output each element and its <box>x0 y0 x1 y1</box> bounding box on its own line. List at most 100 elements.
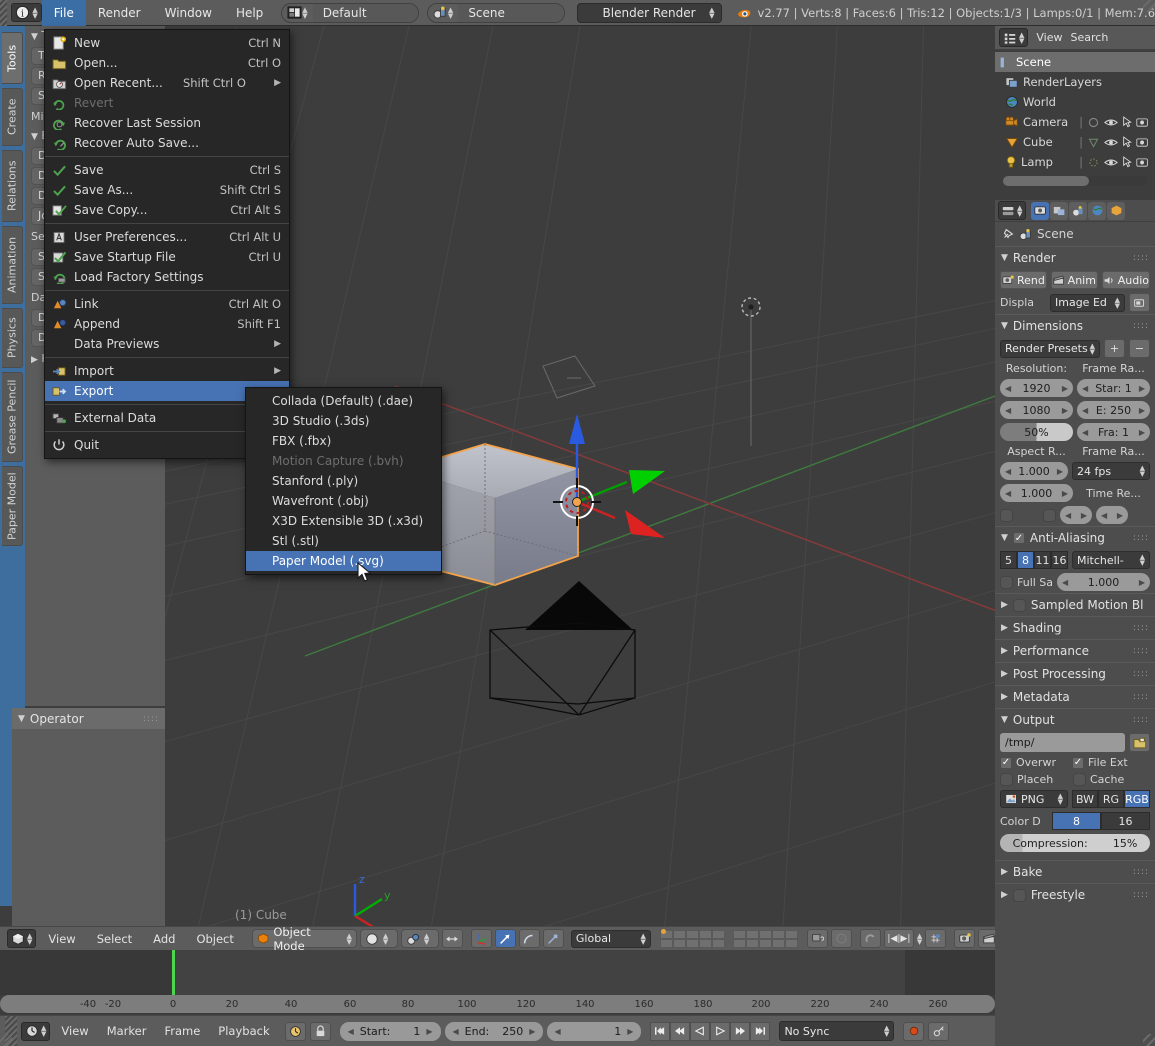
editor-type-selector[interactable]: ▲▼ <box>7 929 36 948</box>
resolution-x-field[interactable]: ◀1920▶ <box>1000 379 1073 397</box>
color-mode-rgb[interactable]: RGB <box>1124 790 1150 808</box>
file-menu-item-open-recent[interactable]: Open Recent... Shift Ctrl O ▶ <box>45 73 289 93</box>
outliner-row-world[interactable]: World <box>995 92 1155 112</box>
render-toggle-icon[interactable] <box>1136 157 1149 168</box>
scene-value[interactable]: Scene <box>458 4 564 22</box>
export-item-x3d[interactable]: X3D Extensible 3D (.x3d) <box>246 511 441 531</box>
properties-tab-scene[interactable] <box>1069 202 1087 220</box>
outliner-row-scene[interactable]: Scene <box>995 52 1155 72</box>
file-menu-item-user-preferences[interactable]: User Preferences... Ctrl Alt U <box>45 227 289 247</box>
sidebar-item-create[interactable]: Create <box>2 88 23 146</box>
outliner-row-camera[interactable]: Camera | <box>995 112 1155 132</box>
sidebar-item-animation[interactable]: Animation <box>2 226 23 304</box>
viewport-shading-selector[interactable]: ▲▼ <box>360 929 398 948</box>
file-menu-item-new[interactable]: New Ctrl N <box>45 33 289 53</box>
file-extensions-checkbox[interactable]: ✓ <box>1072 757 1084 769</box>
render-toggle-icon[interactable] <box>1136 117 1149 128</box>
corner-grip-br[interactable] <box>1143 1034 1155 1046</box>
display-mode-selector[interactable]: Image Ed ▲▼ <box>1050 294 1125 312</box>
menu-help[interactable]: Help <box>224 0 275 26</box>
panel-header-render[interactable]: ▼ Render :::: <box>995 246 1155 269</box>
screen-layout-value[interactable]: Default <box>313 4 419 22</box>
export-item-collada[interactable]: Collada (Default) (.dae) <box>246 391 441 411</box>
layer-grid-2[interactable] <box>733 930 798 948</box>
export-item-obj[interactable]: Wavefront (.obj) <box>246 491 441 511</box>
menu-window[interactable]: Window <box>153 0 224 26</box>
snap-magnet-button[interactable] <box>860 929 881 948</box>
file-menu-item-save-startup-file[interactable]: Save Startup File Ctrl U <box>45 247 289 267</box>
cursor-select-icon[interactable] <box>1122 136 1132 148</box>
editor-type-info-button[interactable]: i ▲▼ <box>11 3 41 22</box>
properties-tab-object[interactable] <box>1107 202 1125 220</box>
viewport-menu-view[interactable]: View <box>39 932 84 946</box>
lock-time-button[interactable] <box>310 1022 331 1041</box>
screen-layout-selector[interactable]: ▲▼ Default + ✕ <box>281 3 419 23</box>
timeline-ruler[interactable]: -40 -20 0 20 40 60 80 100 120 140 160 18… <box>0 995 995 1013</box>
export-submenu[interactable]: Collada (Default) (.dae) 3D Studio (.3ds… <box>245 387 442 575</box>
outliner-row-renderlayers[interactable]: RenderLayers <box>995 72 1155 92</box>
menu-render[interactable]: Render <box>86 0 153 26</box>
jump-to-start-button[interactable] <box>650 1022 670 1041</box>
timeline-playhead[interactable] <box>172 950 175 995</box>
frame-end-control[interactable]: ◀ End: 250 ▶ <box>445 1022 544 1041</box>
cursor-select-icon[interactable] <box>1122 116 1132 128</box>
aa-size-field[interactable]: ◀1.000▶ <box>1057 573 1150 591</box>
file-menu-item-data-previews[interactable]: Data Previews ▶ <box>45 334 289 354</box>
freestyle-checkbox[interactable] <box>1013 889 1026 902</box>
file-menu-item-save[interactable]: Save Ctrl S <box>45 160 289 180</box>
compression-slider[interactable]: Compression: 15% <box>1000 834 1150 852</box>
export-item-fbx[interactable]: FBX (.fbx) <box>246 431 441 451</box>
sidebar-item-relations[interactable]: Relations <box>2 150 23 222</box>
record-button[interactable] <box>903 1022 924 1041</box>
sidebar-item-physics[interactable]: Physics <box>2 308 23 368</box>
lamp-data-icon[interactable] <box>1087 156 1100 169</box>
overwrite-checkbox[interactable]: ✓ <box>1000 757 1012 769</box>
snap-element-button[interactable] <box>925 929 946 948</box>
sync-mode-selector[interactable]: No Sync ▲▼ <box>779 1021 894 1041</box>
frame-start-control[interactable]: ◀ Start: 1 ▶ <box>340 1022 441 1041</box>
outliner-row-cube[interactable]: Cube | <box>995 132 1155 152</box>
aa-filter-selector[interactable]: Mitchell- ▲▼ <box>1072 551 1150 569</box>
render-presets-selector[interactable]: Render Presets ▲▼ <box>1000 340 1100 358</box>
manipulator-scale-button[interactable] <box>543 929 564 948</box>
jump-to-end-button[interactable] <box>750 1022 770 1041</box>
file-format-selector[interactable]: PNG ▲▼ <box>1000 790 1068 808</box>
aa-samples-11[interactable]: 11 <box>1034 551 1051 569</box>
aa-samples-5[interactable]: 5 <box>1000 551 1017 569</box>
transform-orientation-selector[interactable]: Global ▲▼ <box>571 930 651 948</box>
outliner-tree[interactable]: Scene RenderLayers World <box>995 50 1155 200</box>
keyframe-type-button[interactable] <box>928 1022 949 1041</box>
border-toggle[interactable] <box>1000 509 1013 522</box>
manipulator-translate-button[interactable] <box>495 929 516 948</box>
motion-blur-checkbox[interactable] <box>1013 599 1026 612</box>
panel-header-performance[interactable]: ▶ Performance :::: <box>995 639 1155 662</box>
file-menu-item-save-as[interactable]: Save As... Shift Ctrl S <box>45 180 289 200</box>
manipulator-toggle-button[interactable] <box>471 929 492 948</box>
timeline-menu-playback[interactable]: Playback <box>211 1024 276 1038</box>
render-preset-remove-button[interactable]: − <box>1129 339 1150 358</box>
render-toggle-icon[interactable] <box>1136 137 1149 148</box>
proportional-edit-button[interactable] <box>442 929 463 948</box>
pivot-point-selector[interactable]: ▲▼ <box>401 929 439 948</box>
panel-header-freestyle[interactable]: ▶ Freestyle :::: <box>995 883 1155 906</box>
antialiasing-checkbox[interactable]: ✓ <box>1013 532 1025 544</box>
outliner-editor-type-button[interactable]: ▲▼ <box>999 28 1028 47</box>
framerate-selector[interactable]: 24 fps ▲▼ <box>1072 462 1150 480</box>
aa-samples-16[interactable]: 16 <box>1051 551 1068 569</box>
render-audio-button[interactable]: Audio <box>1102 271 1150 289</box>
frame-start-field[interactable]: ◀Star: 1▶ <box>1077 379 1150 397</box>
pin-icon[interactable] <box>1001 227 1015 241</box>
timeline-track-area[interactable] <box>0 950 995 995</box>
viewport-menu-add[interactable]: Add <box>144 932 184 946</box>
sidebar-item-paper-model[interactable]: Paper Model <box>2 466 23 546</box>
export-item-paper-model[interactable]: Paper Model (.svg) <box>246 551 441 571</box>
corner-grip-bl[interactable] <box>0 1034 12 1046</box>
menu-file[interactable]: File <box>42 0 86 26</box>
auto-keyframe-button[interactable] <box>285 1022 306 1041</box>
output-path-field[interactable]: /tmp/ <box>1000 733 1125 752</box>
panel-header-antialiasing[interactable]: ▼ ✓ Anti-Aliasing :::: <box>995 526 1155 549</box>
outliner-menu-view[interactable]: View <box>1036 31 1062 44</box>
aa-samples-8[interactable]: 8 <box>1017 551 1034 569</box>
properties-tab-render[interactable] <box>1031 202 1049 220</box>
panel-header-post-processing[interactable]: ▶ Post Processing :::: <box>995 662 1155 685</box>
